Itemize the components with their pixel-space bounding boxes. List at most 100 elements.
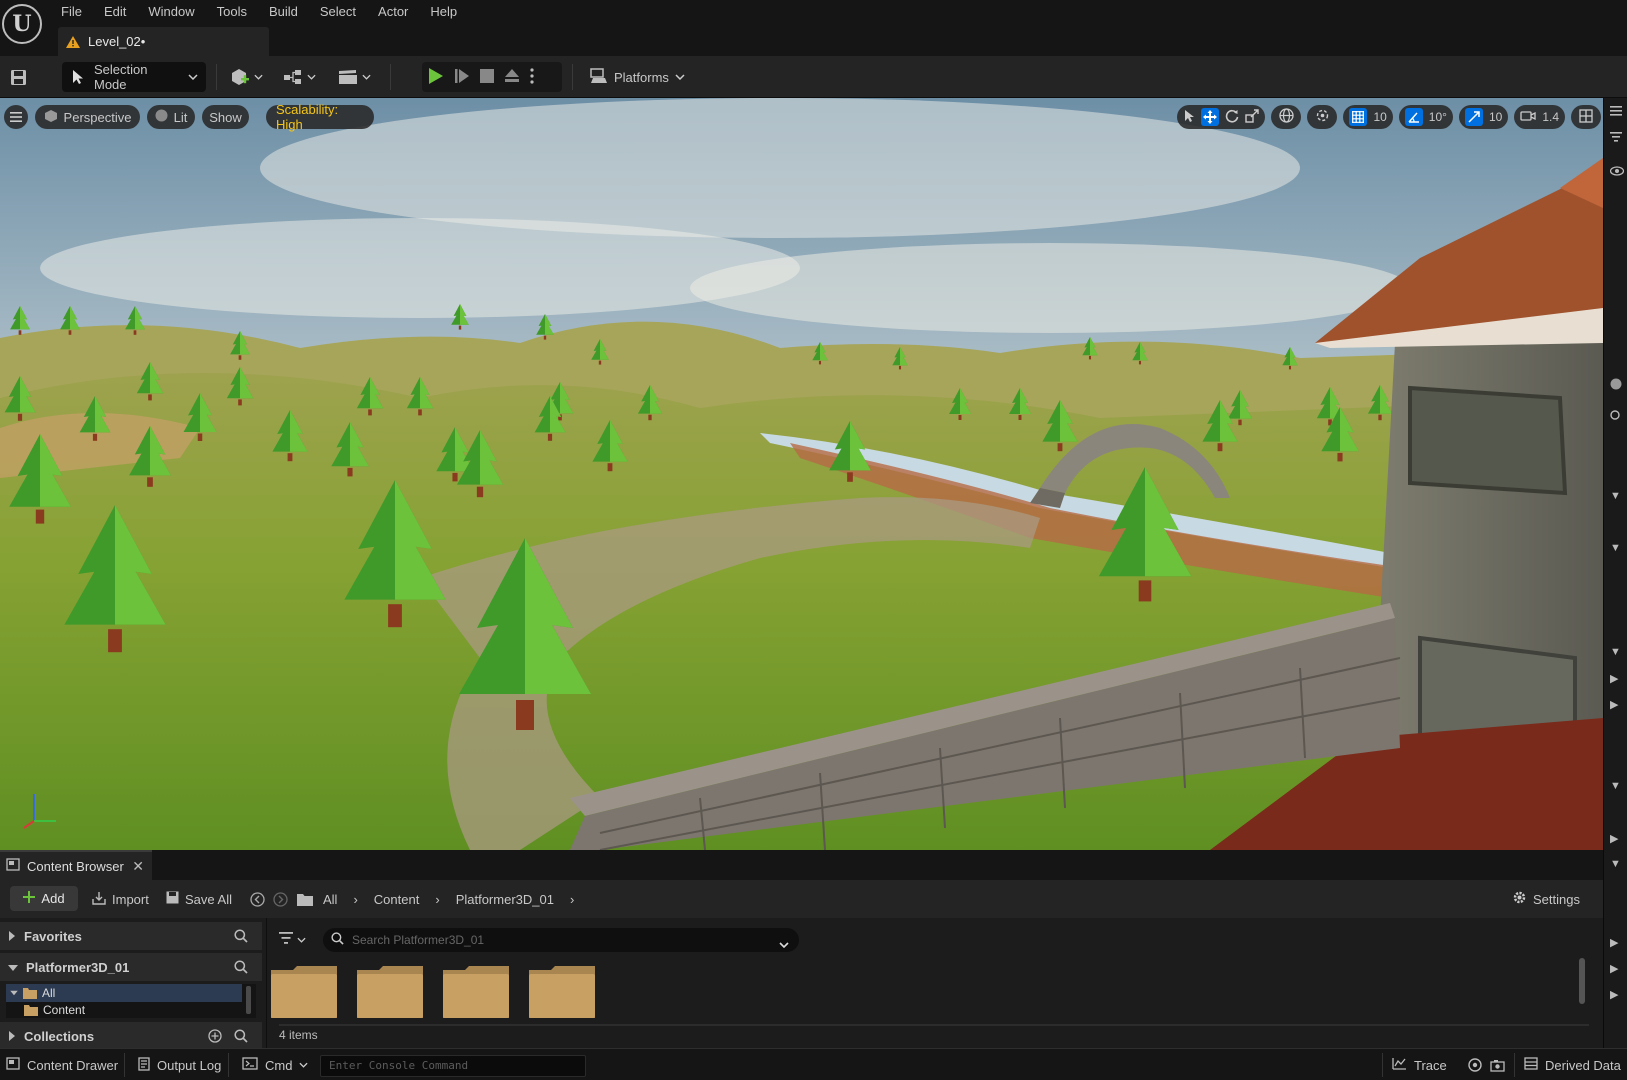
scale-tool-icon[interactable]	[1245, 108, 1260, 126]
menu-actor[interactable]: Actor	[367, 0, 419, 24]
grid-snap-group[interactable]: 10	[1343, 105, 1393, 129]
revision-control-icon[interactable]	[1468, 1049, 1482, 1080]
collections-section[interactable]: Collections	[0, 1022, 262, 1050]
chevron-right-icon[interactable]: ▶	[1610, 832, 1618, 845]
settings-button[interactable]: Settings	[1512, 880, 1580, 918]
chevron-down-icon[interactable]: ▼	[1610, 858, 1621, 870]
filter-dropdown[interactable]	[279, 932, 306, 947]
chevron-right-icon[interactable]: ▶	[1610, 962, 1618, 975]
tree-scrollbar[interactable]	[246, 986, 251, 1014]
breadcrumb-all[interactable]: All	[323, 892, 337, 907]
stop-icon[interactable]	[480, 68, 494, 86]
chevron-right-icon[interactable]: ▶	[1610, 936, 1618, 949]
console-input[interactable]: Enter Console Command	[320, 1055, 586, 1077]
folder-icon	[271, 966, 337, 1018]
history-forward-icon[interactable]	[273, 880, 288, 918]
folder-item[interactable]	[271, 966, 337, 1018]
show-button[interactable]: Show	[202, 105, 249, 129]
breadcrumb-chevron-icon[interactable]: ›	[570, 892, 574, 907]
chevron-right-icon	[8, 1029, 16, 1044]
close-icon[interactable]: ✕	[132, 858, 144, 875]
rotate-tool-icon[interactable]	[1225, 109, 1239, 126]
add-button[interactable]: Add	[10, 886, 78, 911]
save-icon[interactable]	[10, 62, 30, 92]
breadcrumb-chevron-icon[interactable]: ›	[435, 892, 439, 907]
tab-level[interactable]: Level_02•	[58, 27, 269, 56]
level-viewport[interactable]: Perspective Lit Show Scalability: High 1…	[0, 98, 1603, 850]
project-section[interactable]: Platformer3D_01	[0, 953, 262, 981]
folder-item[interactable]	[443, 966, 509, 1018]
play-controls	[422, 62, 562, 92]
play-options-icon[interactable]	[530, 67, 534, 87]
add-actor-button[interactable]	[230, 62, 266, 92]
output-log-button[interactable]: Output Log	[138, 1049, 221, 1080]
search-icon[interactable]	[234, 1029, 248, 1046]
menu-select[interactable]: Select	[309, 0, 367, 24]
chevron-down-icon[interactable]: ▼	[1610, 780, 1621, 792]
search-input[interactable]: Search Platformer3D_01	[323, 928, 799, 952]
surface-snap-button[interactable]	[1307, 105, 1338, 129]
rotation-snap-group[interactable]: 10°	[1398, 105, 1453, 129]
favorites-section[interactable]: Favorites	[0, 922, 262, 950]
breadcrumb-chevron-icon[interactable]: ›	[353, 892, 357, 907]
blueprint-button[interactable]	[283, 62, 319, 92]
add-collection-icon[interactable]	[208, 1029, 222, 1046]
breadcrumb-project[interactable]: Platformer3D_01	[456, 892, 554, 907]
chevron-down-icon[interactable]: ▼	[1610, 542, 1621, 554]
chevron-right-icon[interactable]: ▶	[1610, 672, 1618, 685]
eye-icon[interactable]	[1609, 166, 1625, 179]
settings-label: Settings	[1533, 891, 1580, 907]
menu-tools[interactable]: Tools	[206, 0, 258, 24]
derived-data-button[interactable]: Derived Data	[1524, 1049, 1621, 1080]
search-icon[interactable]	[234, 960, 248, 977]
step-icon[interactable]	[454, 68, 470, 87]
select-tool-icon[interactable]	[1183, 109, 1195, 126]
chevron-right-icon[interactable]: ▶	[1610, 988, 1618, 1001]
search-icon[interactable]	[234, 929, 248, 946]
unreal-logo-icon[interactable]: U	[2, 4, 42, 44]
chevron-right-icon[interactable]: ▶	[1610, 698, 1618, 711]
camera-speed-group[interactable]: 1.4	[1514, 105, 1565, 129]
selection-mode-dropdown[interactable]: Selection Mode	[62, 62, 206, 92]
folder-item[interactable]	[529, 966, 595, 1018]
world-local-button[interactable]	[1271, 105, 1302, 129]
menu-help[interactable]: Help	[419, 0, 468, 24]
trace-button[interactable]: Trace	[1392, 1049, 1447, 1080]
menu-file[interactable]: File	[50, 0, 93, 24]
filter-icon[interactable]	[1610, 132, 1622, 145]
history-back-icon[interactable]	[250, 880, 265, 918]
folder-tree: All Content	[6, 984, 256, 1018]
camera-capture-icon[interactable]	[1490, 1049, 1505, 1080]
cmd-dropdown[interactable]: Cmd	[242, 1049, 309, 1080]
folder-item[interactable]	[357, 966, 423, 1018]
search-icon[interactable]	[1610, 410, 1622, 425]
menu-window[interactable]: Window	[137, 0, 205, 24]
chevron-down-icon[interactable]	[779, 937, 789, 951]
tree-item-all[interactable]: All	[6, 984, 242, 1002]
scalability-button[interactable]: Scalability: High	[266, 102, 374, 132]
menu-build[interactable]: Build	[258, 0, 309, 24]
tree-item-content[interactable]: Content	[24, 1002, 85, 1018]
details-panel-strip: ▼ ▼ ▼ ▶ ▶ ▼ ▶ ▼ ▶ ▶ ▶	[1603, 98, 1627, 1048]
lit-button[interactable]: Lit	[147, 105, 195, 129]
tab-content-browser[interactable]: Content Browser ✕	[0, 850, 152, 880]
perspective-button[interactable]: Perspective	[35, 105, 140, 129]
breadcrumb-content[interactable]: Content	[374, 892, 420, 907]
chevron-down-icon[interactable]: ▼	[1610, 646, 1621, 658]
viewport-layout-button[interactable]	[1571, 105, 1601, 129]
import-button[interactable]: Import	[92, 880, 149, 918]
viewport-options-button[interactable]	[4, 105, 28, 129]
menu-edit[interactable]: Edit	[93, 0, 137, 24]
content-drawer-button[interactable]: Content Drawer	[6, 1049, 118, 1080]
chevron-down-icon[interactable]: ▼	[1610, 490, 1621, 502]
translate-tool-icon[interactable]	[1201, 108, 1220, 126]
project-label: Platformer3D_01	[26, 959, 130, 975]
eject-icon[interactable]	[504, 68, 520, 86]
cinematics-button[interactable]	[338, 62, 374, 92]
scale-snap-group[interactable]: 10	[1458, 105, 1509, 129]
save-all-button[interactable]: Save All	[166, 880, 232, 918]
platforms-dropdown[interactable]: Platforms	[590, 62, 700, 92]
play-icon[interactable]	[428, 67, 444, 88]
asset-scrollbar[interactable]	[1579, 958, 1585, 1004]
outliner-menu-icon[interactable]	[1610, 106, 1622, 119]
